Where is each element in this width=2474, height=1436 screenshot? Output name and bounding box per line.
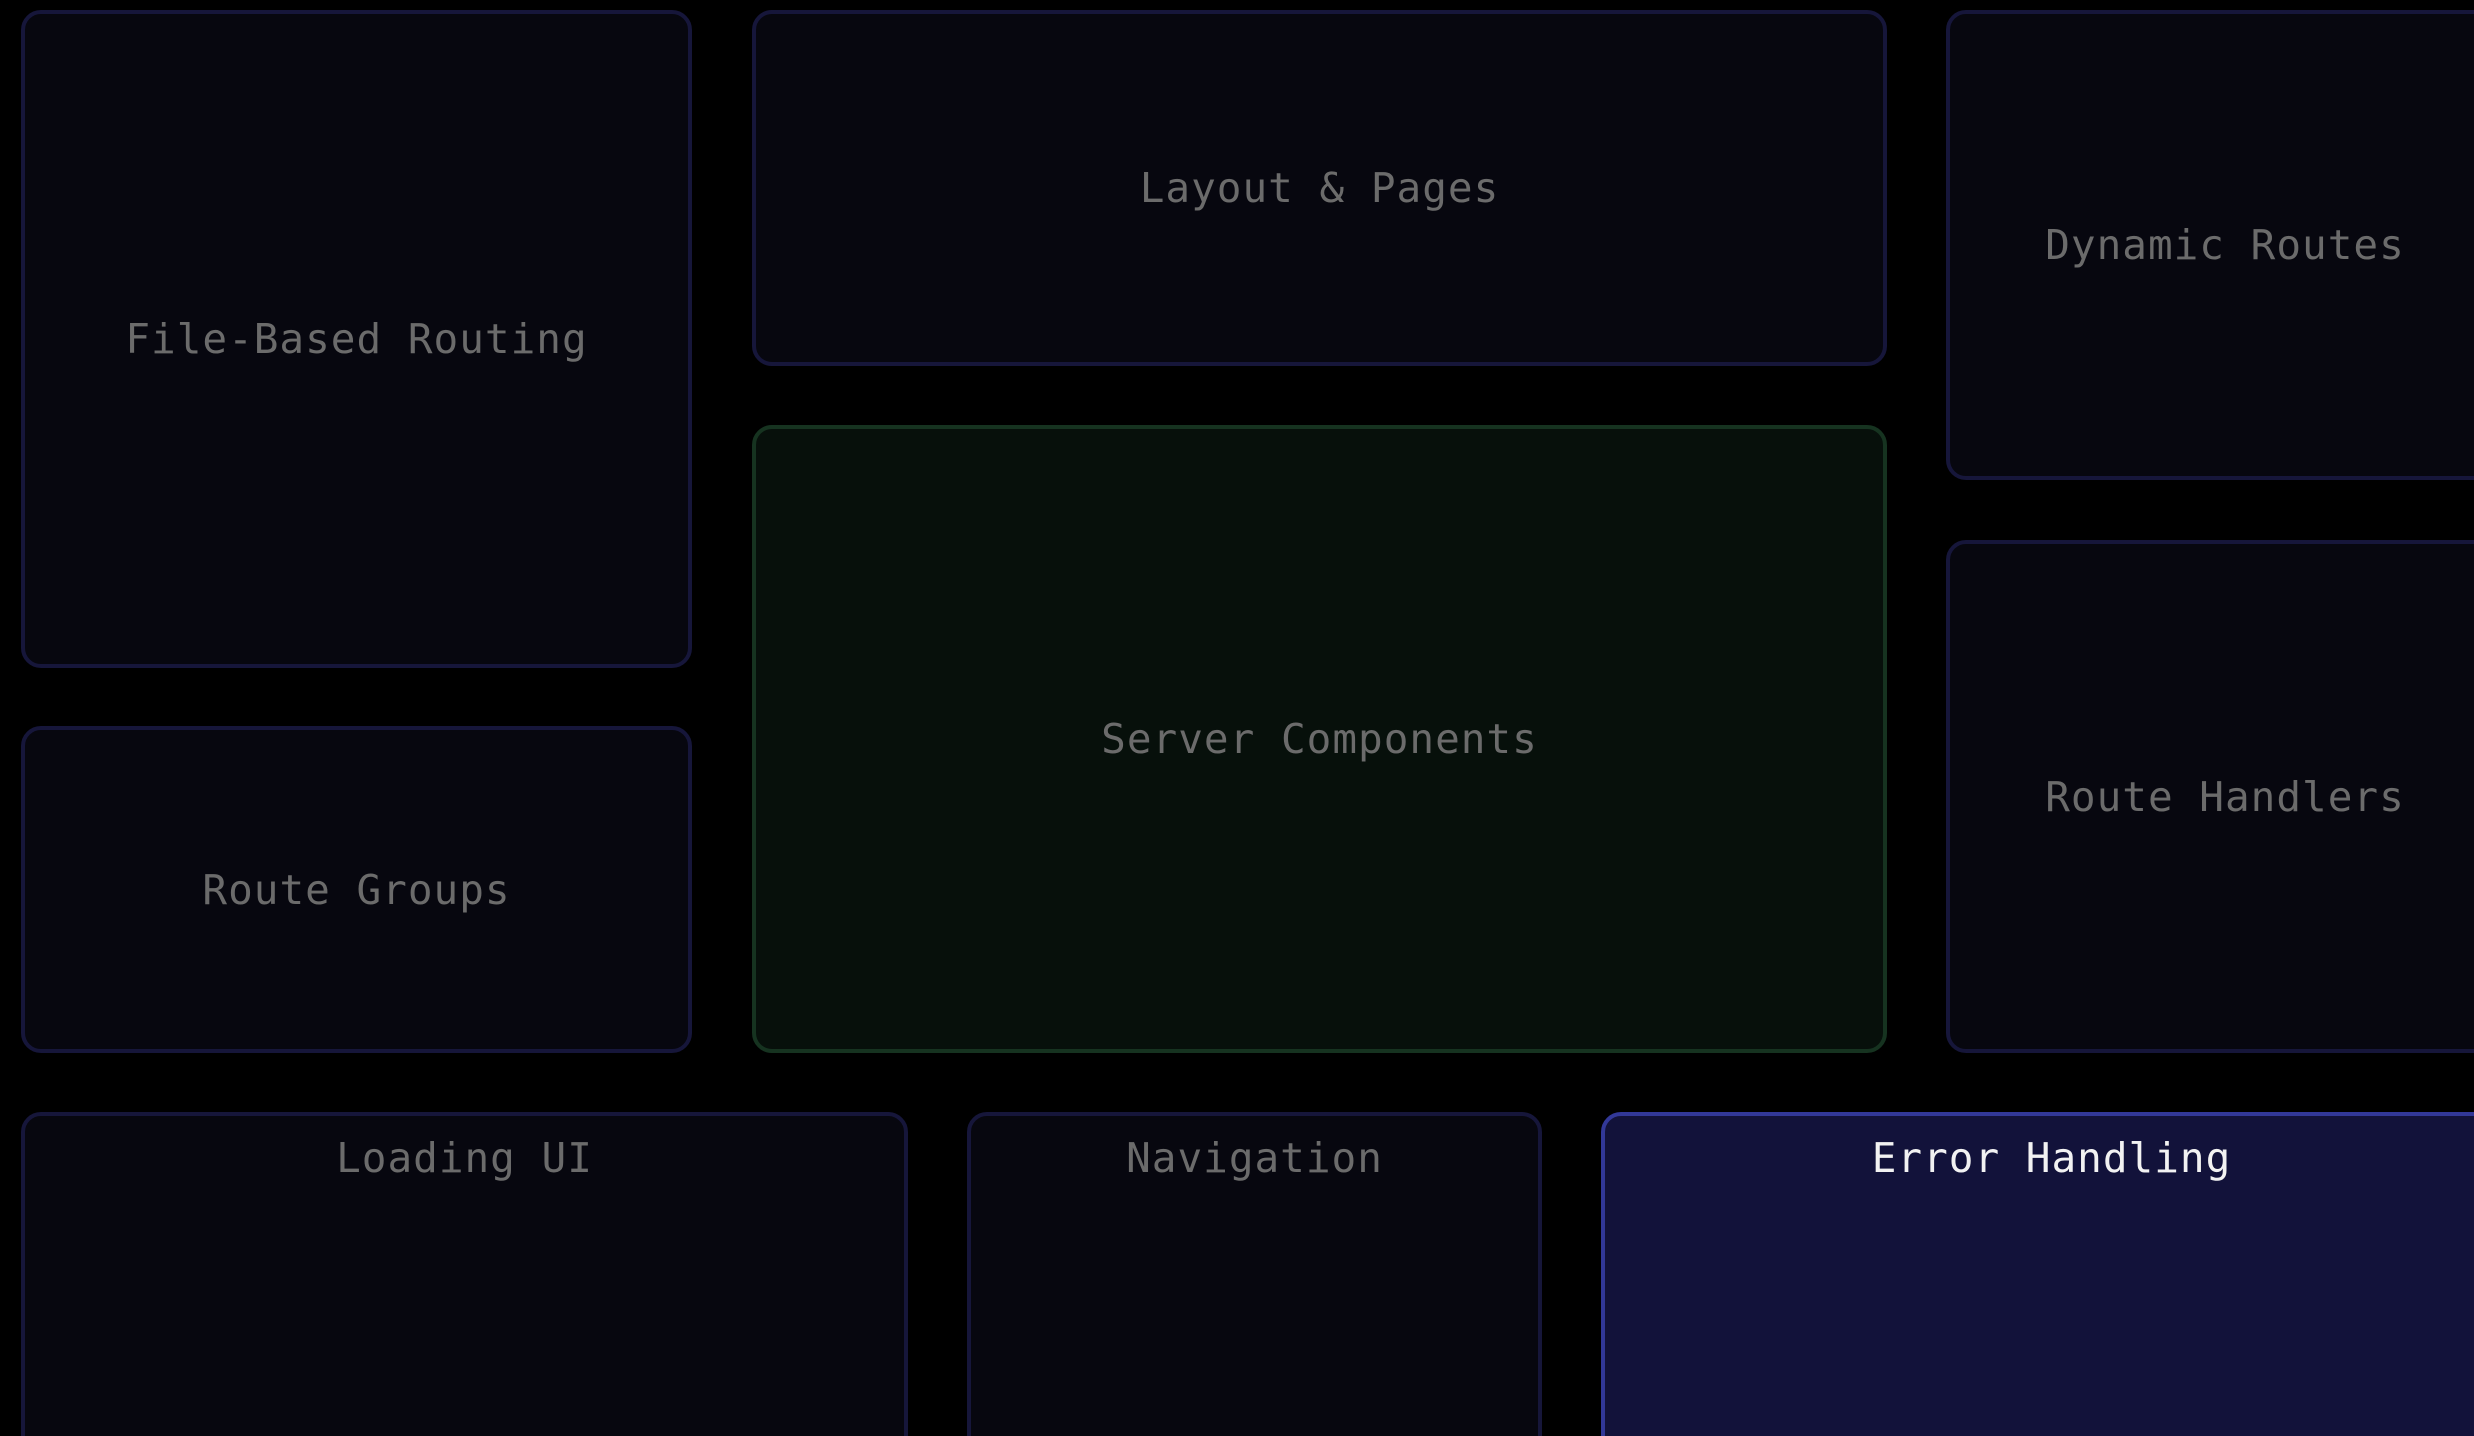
tile-error-handling[interactable]: Error Handling [1601,1112,2474,1436]
tile-route-groups[interactable]: Route Groups [21,726,692,1053]
tile-route-handlers[interactable]: Route Handlers [1946,540,2474,1053]
tile-layout-pages[interactable]: Layout & Pages [752,10,1887,366]
tile-label: Dynamic Routes [2045,221,2405,269]
tile-label: Server Components [1101,715,1538,763]
tile-label: Loading UI [336,1134,593,1182]
tile-navigation[interactable]: Navigation [967,1112,1542,1436]
tile-label: File-Based Routing [125,315,588,363]
tile-label: Error Handling [1871,1134,2232,1182]
tile-file-based-routing[interactable]: File-Based Routing [21,10,692,668]
tile-label: Layout & Pages [1139,164,1500,212]
tile-loading-ui[interactable]: Loading UI [21,1112,908,1436]
tile-label: Navigation [1126,1134,1383,1182]
tile-label: Route Handlers [2045,772,2405,821]
tile-label: Route Groups [202,865,511,914]
tile-server-components[interactable]: Server Components [752,425,1887,1053]
bento-grid: File-Based Routing Layout & Pages Dynami… [0,0,2474,1436]
tile-dynamic-routes[interactable]: Dynamic Routes [1946,10,2474,480]
